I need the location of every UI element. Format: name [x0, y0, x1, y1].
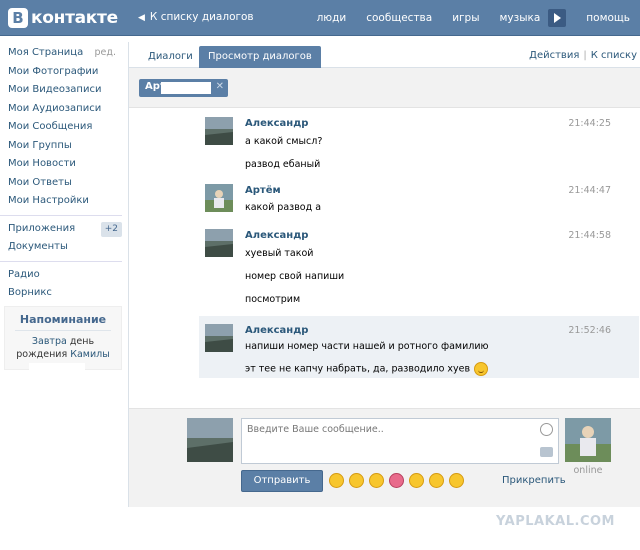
actions-link[interactable]: Действия — [529, 50, 579, 61]
avatar-artem[interactable] — [565, 418, 611, 462]
top-bar: В контакте ◀ К списку диалогов люди сообщ… — [0, 0, 640, 36]
reminder-person-link[interactable]: Камилы — [70, 349, 109, 360]
emoji-icon[interactable] — [329, 473, 344, 488]
sidebar-item-answers[interactable]: Мои Ответы — [0, 174, 126, 193]
send-button[interactable]: Отправить — [241, 470, 323, 492]
play-icon[interactable] — [548, 9, 567, 27]
redacted-block — [161, 82, 211, 94]
message-time: 21:44:47 — [568, 185, 611, 196]
message-input-placeholder: Введите Ваше сообщение.. — [247, 424, 384, 435]
sidebar-item-settings[interactable]: Мои Настройки — [0, 192, 126, 211]
vk-logo-text: контакте — [31, 8, 118, 28]
avatar-lake[interactable] — [205, 324, 233, 352]
reminder-box: Напоминание Завтра день рождения Камилы — [4, 306, 122, 371]
avatar-lake[interactable] — [205, 229, 233, 257]
message-author[interactable]: Артём — [245, 185, 281, 196]
message-text: а какой смысл? — [245, 136, 323, 147]
tabs-right-links: Действия | К списку — [529, 50, 637, 61]
vk-logo[interactable]: В контакте — [8, 6, 118, 30]
message-time: 21:44:58 — [568, 230, 611, 241]
message-input[interactable]: Введите Ваше сообщение.. — [241, 418, 559, 464]
flower-emoji-icon[interactable] — [389, 473, 404, 488]
sidebar: Моя Страница ред. Мои Фотографии Мои Вид… — [0, 44, 126, 303]
message-text: хуевый такой — [245, 248, 314, 259]
sidebar-item-my-page[interactable]: Моя Страница ред. — [0, 44, 126, 63]
reminder-text: Завтра день рождения Камилы — [16, 336, 110, 360]
sidebar-item-photos[interactable]: Мои Фотографии — [0, 63, 126, 82]
avatar-lake[interactable] — [187, 418, 233, 462]
edit-link[interactable]: ред. — [95, 44, 116, 63]
nav-games[interactable]: игры — [452, 12, 479, 24]
message-composer: Введите Ваше сообщение.. online Отправит… — [129, 408, 640, 507]
close-icon[interactable]: ✕ — [216, 81, 224, 92]
tabs-bar: Диалоги Просмотр диалогов Действия | К спи… — [129, 42, 640, 68]
apps-count-badge: +2 — [100, 221, 122, 237]
message-item: Александр 21:44:58 хуевый такой номер св… — [199, 221, 639, 313]
emoji-row — [329, 473, 469, 488]
sidebar-item-messages[interactable]: Мои Сообщения — [0, 118, 126, 137]
message-text: какой развод а — [245, 202, 322, 213]
smile-emoji-icon — [474, 362, 489, 376]
message-text: номер свой напиши — [245, 271, 345, 282]
camera-icon[interactable] — [540, 447, 553, 457]
emoji-icon[interactable] — [449, 473, 464, 488]
top-nav: люди сообщества игры музыка помощь — [297, 0, 630, 36]
nav-music[interactable]: музыка — [499, 12, 540, 24]
emoji-icon[interactable] — [409, 473, 424, 488]
recipient-filter-bar: Арт ✕ — [129, 68, 640, 108]
sidebar-divider — [0, 260, 122, 262]
message-text: напиши номер части нашей и ротного фамил… — [245, 341, 489, 352]
emoji-icon[interactable] — [349, 473, 364, 488]
reminder-bottom-bar — [29, 363, 85, 371]
emoji-icon[interactable] — [429, 473, 444, 488]
reminder-title: Напоминание — [15, 313, 111, 331]
tab-dialogs[interactable]: Диалоги — [139, 46, 202, 68]
dialog-panel: Диалоги Просмотр диалогов Действия | К спи… — [128, 42, 640, 507]
sidebar-item-radio[interactable]: Радио — [0, 266, 126, 285]
chevron-left-icon: ◀ — [138, 13, 145, 23]
avatar-lake[interactable] — [205, 117, 233, 145]
vk-logo-icon: В — [8, 8, 28, 28]
link-separator: | — [583, 50, 587, 61]
sidebar-item-groups[interactable]: Мои Группы — [0, 137, 126, 156]
sidebar-item-vorniks[interactable]: Ворникс — [0, 284, 126, 303]
emoji-picker-icon[interactable] — [540, 423, 553, 436]
avatar-artem[interactable] — [205, 184, 233, 212]
tab-view-dialogs[interactable]: Просмотр диалогов — [199, 46, 321, 68]
message-item: Александр 21:44:25 а какой смысл? развод… — [199, 109, 639, 175]
message-text: развод ебаный — [245, 159, 321, 170]
message-author[interactable]: Александр — [245, 230, 308, 241]
attach-link[interactable]: Прикрепить — [502, 475, 566, 486]
back-to-dialogs-link[interactable]: ◀ К списку диалогов — [138, 11, 254, 23]
message-list: Александр 21:44:25 а какой смысл? развод… — [129, 109, 640, 407]
message-text: посмотрим — [245, 294, 301, 305]
message-time: 21:52:46 — [568, 325, 611, 336]
sidebar-item-videos[interactable]: Мои Видеозаписи — [0, 81, 126, 100]
message-text: эт тее не капчу набрать, да, разводило х… — [245, 362, 489, 376]
watermark: YAPLAKAL.COM — [496, 514, 615, 529]
message-author[interactable]: Александр — [245, 325, 308, 336]
reminder-tomorrow-link[interactable]: Завтра — [32, 336, 67, 347]
sidebar-item-audio[interactable]: Мои Аудиозаписи — [0, 100, 126, 119]
message-item: Артём 21:44:47 какой развод а — [199, 176, 639, 220]
message-author[interactable]: Александр — [245, 118, 308, 129]
nav-people[interactable]: люди — [317, 12, 347, 24]
online-status: online — [573, 465, 603, 476]
emoji-icon[interactable] — [369, 473, 384, 488]
sidebar-item-apps[interactable]: Приложения +2 — [0, 220, 126, 239]
nav-communities[interactable]: сообщества — [366, 12, 432, 24]
to-list-link[interactable]: К списку — [591, 50, 637, 61]
recipient-chip[interactable]: Арт ✕ — [139, 79, 228, 97]
sidebar-divider — [0, 214, 122, 216]
nav-help[interactable]: помощь — [586, 12, 630, 24]
message-time: 21:44:25 — [568, 118, 611, 129]
sidebar-item-news[interactable]: Мои Новости — [0, 155, 126, 174]
sidebar-item-documents[interactable]: Документы — [0, 238, 126, 257]
message-item: Александр 21:52:46 напиши номер части на… — [199, 316, 639, 378]
